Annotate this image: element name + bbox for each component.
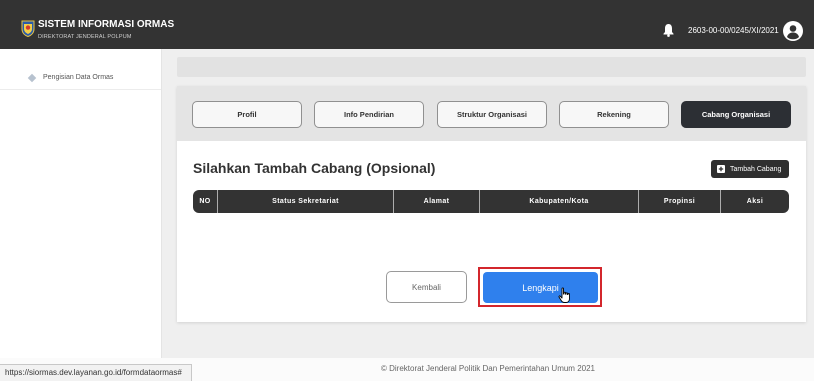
column-header-aksi: Aksi — [720, 190, 789, 213]
footer-copyright: © Direktorat Jenderal Politik Dan Pemeri… — [381, 364, 595, 373]
column-header-kabupaten-kota: Kabupaten/Kota — [479, 190, 638, 213]
section-heading: Silahkan Tambah Cabang (Opsional) — [193, 160, 436, 176]
add-branch-label: Tambah Cabang — [730, 165, 782, 173]
tab-rekening[interactable]: Rekening — [559, 101, 669, 128]
form-card: Profil Info Pendirian Struktur Organisas… — [177, 86, 806, 322]
user-avatar-icon[interactable] — [783, 21, 803, 41]
top-navbar: SISTEM INFORMASI ORMAS DIREKTORAT JENDER… — [0, 0, 814, 49]
tab-label: Info Pendirian — [343, 110, 394, 119]
ormas-emblem-icon — [21, 20, 35, 38]
browser-status-bar-url: https://siormas.dev.layanan.go.id/formda… — [0, 364, 192, 381]
sidebar-item-pengisian-data-ormas[interactable]: Pengisian Data Ormas — [0, 66, 161, 90]
tab-profil[interactable]: Profil — [192, 101, 302, 128]
column-header-no: NO — [199, 198, 211, 205]
hand-pointer-icon — [558, 287, 571, 304]
tab-info-pendirian[interactable]: Info Pendirian — [314, 101, 424, 128]
registration-number[interactable]: 2603-00-00/0245/XI/2021 — [688, 27, 779, 35]
breadcrumb-bar — [177, 57, 806, 77]
tab-label: Struktur Organisasi — [456, 110, 528, 119]
column-header-alamat: Alamat — [393, 190, 479, 213]
tab-label: Profil — [237, 110, 257, 119]
add-branch-button[interactable]: Tambah Cabang — [711, 160, 789, 178]
tab-strip: Profil Info Pendirian Struktur Organisas… — [177, 86, 806, 141]
complete-button[interactable]: Lengkapi — [483, 272, 598, 303]
tab-struktur-organisasi[interactable]: Struktur Organisasi — [437, 101, 547, 128]
tab-label: Cabang Organisasi — [701, 110, 771, 119]
tab-cabang-organisasi[interactable]: Cabang Organisasi — [681, 101, 791, 128]
diamond-bullet-icon — [27, 73, 37, 82]
column-header-status-sekretariat: Status Sekretariat — [217, 190, 393, 213]
sidebar: Pengisian Data Ormas — [0, 49, 162, 358]
bell-icon[interactable] — [663, 23, 674, 37]
app-title: SISTEM INFORMASI ORMAS — [38, 19, 175, 30]
sidebar-item-label: Pengisian Data Ormas — [43, 74, 114, 81]
column-header-propinsi: Propinsi — [638, 190, 720, 213]
tab-label: Rekening — [597, 110, 631, 119]
plus-square-icon — [717, 165, 725, 173]
branch-table-header: NO Status Sekretariat Alamat Kabupaten/K… — [193, 190, 789, 213]
app-subtitle: DIREKTORAT JENDERAL POLPUM — [38, 34, 132, 40]
back-button[interactable]: Kembali — [386, 271, 467, 303]
